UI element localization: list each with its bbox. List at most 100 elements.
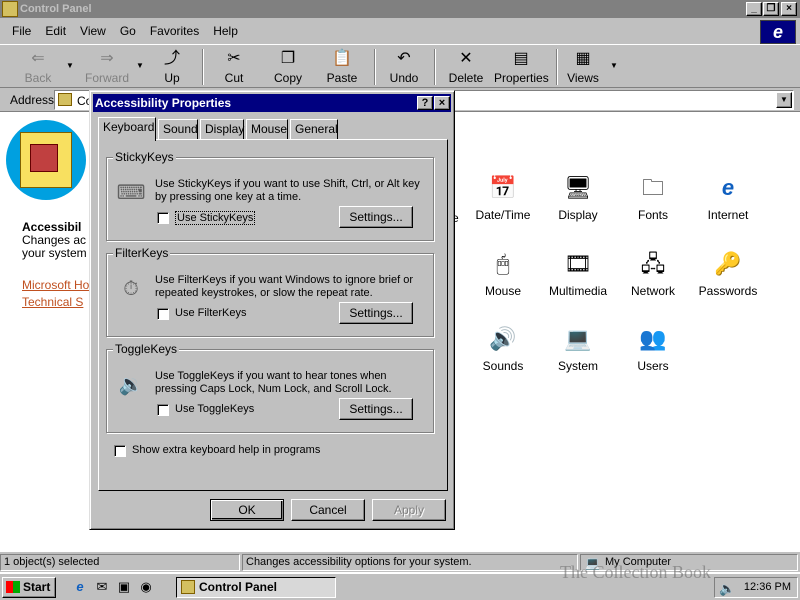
cp-icon-network[interactable]: 🖧 Network	[618, 248, 688, 298]
cut-button[interactable]: ✂ Cut	[216, 49, 252, 87]
control-panel-task-icon	[181, 580, 195, 594]
views-button[interactable]: ▦ Views	[564, 49, 602, 87]
quicklaunch-desktop-icon[interactable]: ▣	[116, 579, 132, 595]
watermark-text: The Collection Book	[560, 562, 711, 582]
togglekeys-speaker-icon: 🔉	[118, 374, 144, 396]
windows-logo-icon	[6, 581, 20, 593]
properties-button[interactable]: ▤ Properties	[494, 49, 549, 87]
cp-icon-fonts[interactable]: 🗀 Fonts	[618, 172, 688, 222]
network-computers-icon: 🖧	[640, 251, 666, 276]
status-selection: 1 object(s) selected	[0, 554, 240, 571]
ie-logo-icon: e	[760, 20, 796, 44]
accessibility-properties-dialog: Accessibility Properties ? × Keyboard So…	[89, 90, 455, 530]
status-description: Changes accessibility options for your s…	[242, 554, 578, 571]
info-description: Changes ac your system	[22, 233, 87, 260]
cp-icon-passwords[interactable]: 🔑 Passwords	[693, 248, 763, 298]
views-dropdown-icon[interactable]: ▼	[610, 61, 618, 70]
tab-sound[interactable]: Sound	[158, 119, 198, 139]
clock[interactable]: 12:36 PM	[744, 581, 791, 593]
togglekeys-label: ToggleKeys	[113, 342, 180, 356]
up-button[interactable]: ⤴ Up	[154, 49, 190, 87]
address-dropdown-button[interactable]: ▼	[776, 92, 792, 108]
start-button[interactable]: Start	[2, 577, 56, 598]
minimize-button[interactable]: _	[746, 2, 762, 16]
ok-button[interactable]: OK	[210, 499, 284, 521]
control-panel-icon	[2, 1, 18, 17]
use-stickykeys-label[interactable]: Use StickyKeys	[175, 211, 256, 225]
menu-edit[interactable]: Edit	[45, 24, 66, 38]
properties-icon: ▤	[513, 50, 529, 67]
togglekeys-settings-button[interactable]: Settings...	[339, 398, 413, 420]
mouse-icon: 🖱	[496, 251, 510, 276]
task-control-panel[interactable]: Control Panel	[176, 577, 336, 598]
filterkeys-settings-button[interactable]: Settings...	[339, 302, 413, 324]
extra-help-checkbox[interactable]	[114, 445, 126, 457]
delete-x-icon: ✕	[459, 50, 473, 67]
toolbar-separator	[556, 49, 558, 85]
cp-icon-multimedia[interactable]: 🎞 Multimedia	[543, 248, 613, 298]
stickykeys-settings-button[interactable]: Settings...	[339, 206, 413, 228]
fonts-folder-icon: 🗀	[641, 175, 664, 200]
use-filterkeys-label[interactable]: Use FilterKeys	[175, 307, 247, 319]
toolbar-separator	[374, 49, 376, 85]
delete-button[interactable]: ✕ Delete	[446, 49, 486, 87]
menu-file[interactable]: File	[12, 24, 31, 38]
undo-button[interactable]: ↶ Undo	[386, 49, 422, 87]
cp-icon-datetime[interactable]: 📅 Date/Time	[468, 172, 538, 222]
cp-icon-users[interactable]: 👥 Users	[618, 323, 688, 373]
cp-icon-sounds[interactable]: 🔊 Sounds	[468, 323, 538, 373]
toolbar-separator	[434, 49, 436, 85]
copy-button[interactable]: ❐ Copy	[270, 49, 306, 87]
restore-button[interactable]: ❐	[763, 2, 779, 16]
menu-go[interactable]: Go	[120, 24, 136, 38]
use-togglekeys-label[interactable]: Use ToggleKeys	[175, 403, 254, 415]
use-filterkeys-checkbox[interactable]	[157, 308, 169, 320]
filterkeys-stopwatch-icon: ⏱	[123, 278, 139, 300]
paste-button[interactable]: 📋 Paste	[322, 49, 362, 87]
window-title: Control Panel	[20, 3, 92, 15]
extra-help-label[interactable]: Show extra keyboard help in programs	[132, 444, 320, 456]
use-stickykeys-checkbox[interactable]	[157, 212, 169, 224]
cp-icon-system[interactable]: 💻 System	[543, 323, 613, 373]
folder-icon	[58, 93, 72, 106]
back-dropdown-icon[interactable]: ▼	[66, 61, 74, 70]
speaker-icon: 🔊	[489, 326, 517, 351]
stickykeys-icon: ⌨	[116, 182, 146, 204]
microsoft-home-link[interactable]: Microsoft Ho	[22, 278, 89, 292]
menu-favorites[interactable]: Favorites	[150, 24, 199, 38]
scissors-icon: ✂	[227, 50, 241, 67]
quicklaunch-ie-icon[interactable]: e	[72, 579, 88, 595]
dialog-close-button[interactable]: ×	[434, 96, 450, 110]
forward-button[interactable]: ⇒ Forward	[84, 49, 130, 87]
tab-general[interactable]: General	[290, 119, 338, 139]
back-arrow-icon: ⇐	[31, 50, 45, 67]
tab-mouse[interactable]: Mouse	[246, 119, 288, 139]
toolbar: ⇐ Back ▼ ⇒ Forward ▼ ⤴ Up ✂ Cut ❐ Copy 📋 Paste…	[0, 44, 800, 88]
tab-display[interactable]: Display	[200, 119, 244, 139]
use-togglekeys-checkbox[interactable]	[157, 404, 169, 416]
technical-support-link[interactable]: Technical S	[22, 295, 83, 309]
quicklaunch-outlook-icon[interactable]: ✉	[94, 579, 110, 595]
quicklaunch-channels-icon[interactable]: ◉	[138, 579, 154, 595]
apply-button[interactable]: Apply	[372, 499, 446, 521]
menu-help[interactable]: Help	[213, 24, 238, 38]
cp-icon-internet[interactable]: e Internet	[693, 172, 763, 222]
info-title: Accessibil	[22, 220, 82, 234]
cancel-button[interactable]: Cancel	[291, 499, 365, 521]
internet-explorer-icon: e	[721, 175, 735, 200]
forward-dropdown-icon[interactable]: ▼	[136, 61, 144, 70]
togglekeys-description: Use ToggleKeys if you want to hear tones…	[155, 370, 392, 395]
dialog-help-button[interactable]: ?	[417, 96, 433, 110]
cp-icon-mouse[interactable]: 🖱 Mouse	[468, 248, 538, 298]
window-titlebar[interactable]: Control Panel _ ❐ ×	[0, 0, 800, 18]
tab-keyboard[interactable]: Keyboard	[98, 117, 156, 141]
users-icon: 👥	[639, 326, 667, 351]
dialog-titlebar[interactable]: Accessibility Properties ? ×	[93, 94, 451, 112]
back-button[interactable]: ⇐ Back	[20, 49, 56, 87]
volume-icon[interactable]: 🔈	[719, 579, 735, 598]
cp-icon-display[interactable]: 🖥 Display	[543, 172, 613, 222]
menu-view[interactable]: View	[80, 24, 106, 38]
close-window-button[interactable]: ×	[781, 2, 797, 16]
menu-bar: File Edit View Go Favorites Help	[0, 18, 800, 44]
monitor-icon: 🖥	[564, 175, 592, 200]
